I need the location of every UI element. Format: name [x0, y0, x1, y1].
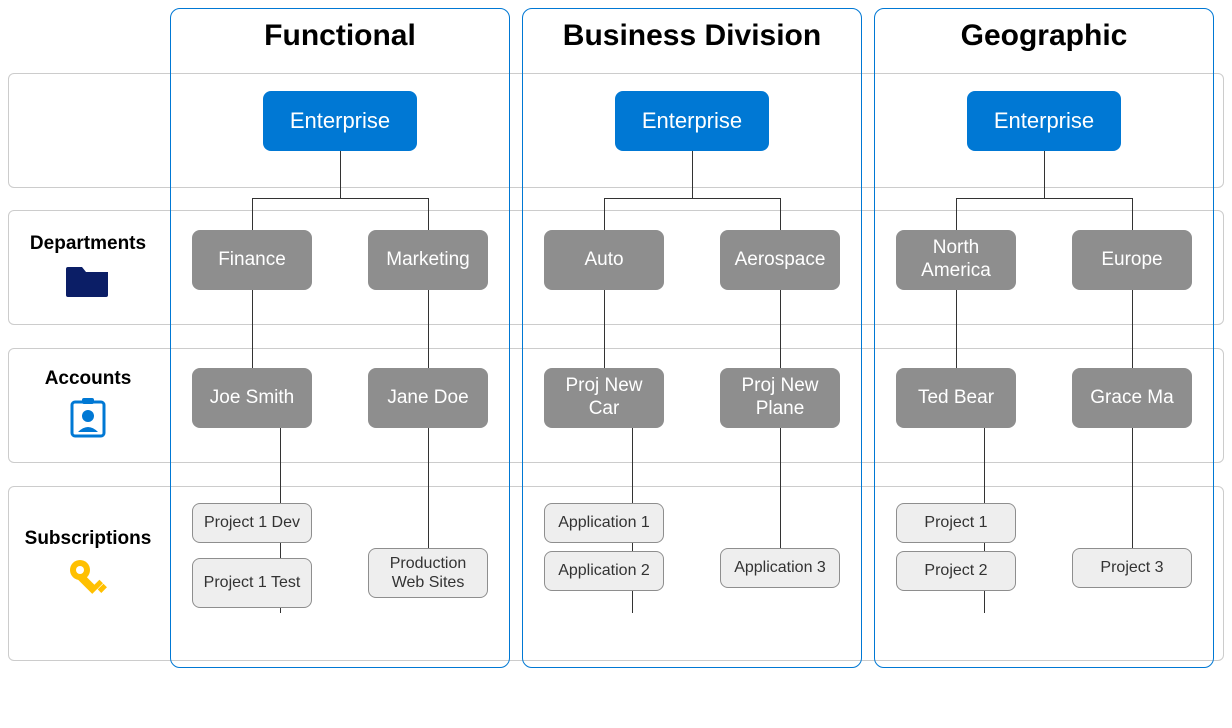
- conn: [604, 290, 605, 368]
- dept-box: Finance: [192, 230, 312, 290]
- sub-box: Project 1: [896, 503, 1016, 543]
- conn: [956, 198, 1132, 199]
- badge-icon: [68, 396, 108, 440]
- dept-box: North America: [896, 230, 1016, 290]
- conn: [428, 428, 429, 548]
- dept-box: Aerospace: [720, 230, 840, 290]
- acct-box: Jane Doe: [368, 368, 488, 428]
- conn: [956, 290, 957, 368]
- conn: [604, 198, 780, 199]
- conn: [1044, 151, 1045, 198]
- diagram-canvas: Departments Accounts Subscriptions Funct: [8, 8, 1224, 720]
- sub-box: Application 1: [544, 503, 664, 543]
- sub-box: Project 1 Test: [192, 558, 312, 608]
- dept-box: Auto: [544, 230, 664, 290]
- sub-box: Project 3: [1072, 548, 1192, 588]
- conn: [780, 428, 781, 548]
- sub-box: Production Web Sites: [368, 548, 488, 598]
- row-label-accounts: Accounts: [18, 368, 158, 445]
- acct-box: Joe Smith: [192, 368, 312, 428]
- conn: [1132, 290, 1133, 368]
- conn: [252, 290, 253, 368]
- column-title-business: Business Division: [523, 19, 861, 53]
- sub-box: Project 2: [896, 551, 1016, 591]
- conn: [340, 151, 341, 198]
- acct-box: Ted Bear: [896, 368, 1016, 428]
- column-title-geographic: Geographic: [875, 19, 1213, 53]
- departments-label: Departments: [18, 233, 158, 255]
- conn: [252, 198, 253, 230]
- enterprise-box: Enterprise: [615, 91, 769, 151]
- sub-box: Application 2: [544, 551, 664, 591]
- conn: [428, 290, 429, 368]
- sub-box: Application 3: [720, 548, 840, 588]
- dept-box: Marketing: [368, 230, 488, 290]
- conn: [780, 290, 781, 368]
- acct-box: Proj New Car: [544, 368, 664, 428]
- acct-box: Grace Ma: [1072, 368, 1192, 428]
- sub-box: Project 1 Dev: [192, 503, 312, 543]
- accounts-label: Accounts: [18, 368, 158, 390]
- column-title-functional: Functional: [171, 19, 509, 53]
- conn: [956, 198, 957, 230]
- dept-box: Europe: [1072, 230, 1192, 290]
- row-label-departments: Departments: [18, 233, 158, 302]
- conn: [1132, 428, 1133, 548]
- folder-icon: [66, 261, 110, 297]
- conn: [692, 151, 693, 198]
- conn: [1132, 198, 1133, 230]
- enterprise-box: Enterprise: [263, 91, 417, 151]
- conn: [428, 198, 429, 230]
- conn: [604, 198, 605, 230]
- key-icon: [66, 556, 110, 600]
- enterprise-box: Enterprise: [967, 91, 1121, 151]
- conn: [252, 198, 428, 199]
- acct-box: Proj New Plane: [720, 368, 840, 428]
- row-label-subscriptions: Subscriptions: [18, 528, 158, 605]
- subscriptions-label: Subscriptions: [18, 528, 158, 550]
- conn: [780, 198, 781, 230]
